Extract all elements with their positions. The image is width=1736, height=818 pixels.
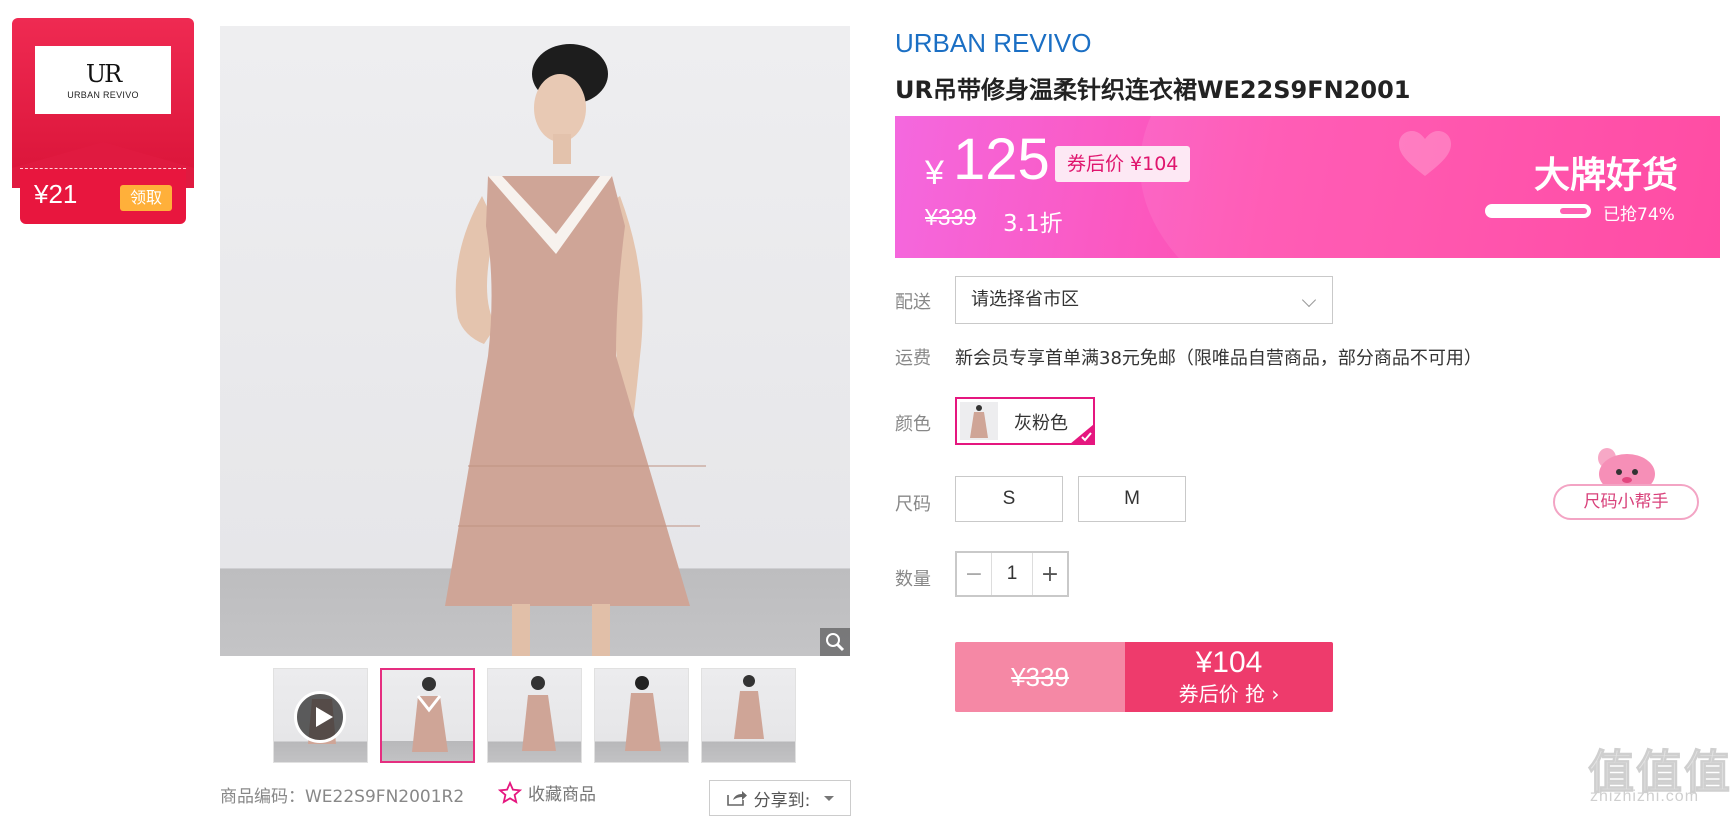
brand-logo: UR URBAN REVIVO [35, 46, 171, 114]
zoom-icon[interactable] [820, 628, 850, 656]
sold-progress-bar [1485, 204, 1591, 218]
share-button[interactable]: 分享到: [709, 780, 851, 816]
quantity-label: 数量 [895, 569, 931, 590]
sold-progress-remaining [1560, 208, 1587, 214]
thumbnail-back[interactable] [594, 668, 689, 763]
favorite-button[interactable]: 收藏商品 [498, 780, 596, 805]
watermark-url: zhizhizhi.com [1590, 788, 1700, 805]
size-label: 尺码 [895, 494, 931, 515]
original-price: ¥339 [925, 204, 977, 230]
product-title: UR吊带修身温柔针织连衣裙WE22S9FN2001 [895, 76, 1411, 104]
shipping-info: 新会员专享首单满38元免邮（限唯品自营商品，部分商品不可用） [955, 348, 1482, 369]
color-option-selected[interactable]: 灰粉色 [955, 397, 1095, 445]
size-helper[interactable]: 尺码小帮手 [1553, 448, 1699, 520]
quantity-decrease-button[interactable]: − [957, 553, 991, 595]
color-label: 颜色 [895, 414, 931, 435]
color-option-label: 灰粉色 [1014, 413, 1068, 434]
sold-progress-text: 已抢74% [1603, 205, 1675, 225]
buy-original-price: ¥339 [955, 642, 1125, 712]
current-price: 125 [953, 127, 1050, 192]
thumbnail-side[interactable] [487, 668, 582, 763]
main-product-image[interactable] [220, 26, 850, 656]
coupon-get-button[interactable]: 领取 [120, 185, 172, 211]
region-select-value: 请选择省市区 [971, 289, 1079, 310]
quantity-input[interactable]: 1 [991, 553, 1033, 595]
quantity-stepper: − 1 + [955, 551, 1069, 597]
thumbnail-full[interactable] [701, 668, 796, 763]
buy-button[interactable]: ¥339 ¥104 券后价 抢 › [955, 642, 1333, 712]
quantity-increase-button[interactable]: + [1033, 553, 1067, 595]
price-banner: ¥ 125 券后价 ¥104 ¥339 3.1折 大牌好货 已抢74% [895, 116, 1720, 258]
site-watermark: 值值值 zhizhizhi.com [1588, 736, 1732, 806]
price-currency: ¥ [925, 154, 944, 192]
coupon-body: ¥21 领取 [20, 168, 186, 224]
coupon-amount: ¥21 [34, 179, 78, 209]
check-icon [1071, 424, 1093, 443]
product-code: 商品编码：WE22S9FN2001R2 [220, 782, 464, 807]
brand-logo-mark: UR [85, 60, 122, 88]
heart-icon [1399, 131, 1451, 176]
brand-logo-text: URBAN REVIVO [67, 90, 139, 100]
store-coupon[interactable]: UR URBAN REVIVO ¥21 领取 [12, 18, 194, 224]
color-swatch-image [960, 402, 998, 440]
thumbnail-strip [273, 668, 796, 763]
size-option-s[interactable]: S [955, 476, 1063, 522]
banner-tag: 大牌好货 [1533, 155, 1678, 196]
share-icon [726, 791, 747, 806]
thumbnail-video[interactable] [273, 668, 368, 763]
product-code-label: 商品编码： [220, 787, 305, 807]
share-label: 分享到: [753, 790, 811, 811]
favorite-label: 收藏商品 [528, 785, 596, 805]
caret-down-icon [824, 795, 835, 801]
chevron-down-icon [1301, 292, 1317, 308]
size-helper-label: 尺码小帮手 [1553, 484, 1699, 520]
buy-coupon-price: ¥104 [1195, 646, 1263, 679]
brand-link[interactable]: URBAN REVIVO [895, 28, 1092, 59]
region-select[interactable]: 请选择省市区 [955, 276, 1333, 324]
size-option-m[interactable]: M [1078, 476, 1186, 522]
buy-action-label: 券后价 抢 › [1178, 682, 1280, 706]
model-photo [445, 44, 706, 656]
delivery-label: 配送 [895, 292, 931, 313]
star-icon [498, 780, 522, 804]
thumbnail-front[interactable] [380, 668, 475, 763]
shipping-label: 运费 [895, 348, 931, 369]
product-code-value: WE22S9FN2001R2 [305, 787, 465, 807]
buy-now-section[interactable]: ¥104 券后价 抢 › [1125, 642, 1333, 712]
play-icon[interactable] [294, 691, 346, 743]
discount-rate: 3.1折 [1003, 211, 1063, 237]
coupon-price-tag: 券后价 ¥104 [1055, 146, 1191, 182]
